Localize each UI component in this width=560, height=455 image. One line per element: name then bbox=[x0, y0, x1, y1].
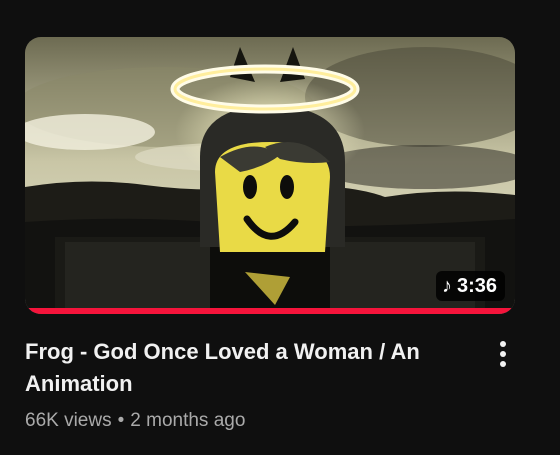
view-count: 66K views bbox=[25, 410, 112, 431]
watch-progress-bar bbox=[25, 308, 515, 314]
upload-age: 2 months ago bbox=[130, 410, 246, 431]
music-note-icon: ♪ bbox=[441, 275, 452, 297]
video-thumbnail[interactable]: ♪ 3:36 bbox=[25, 37, 515, 314]
watch-progress-fill bbox=[25, 308, 515, 314]
meta-separator: • bbox=[117, 410, 125, 431]
video-title[interactable]: Frog - God Once Loved a Woman / An Anima… bbox=[25, 336, 455, 400]
duration-badge: ♪ 3:36 bbox=[435, 271, 505, 301]
duration-text: 3:36 bbox=[456, 275, 497, 297]
video-metadata: 66K views • 2 months ago bbox=[25, 407, 245, 435]
more-vert-icon[interactable] bbox=[490, 337, 516, 371]
video-card: ♪ 3:36 Frog - God Once Loved a Woman / A… bbox=[0, 0, 560, 455]
